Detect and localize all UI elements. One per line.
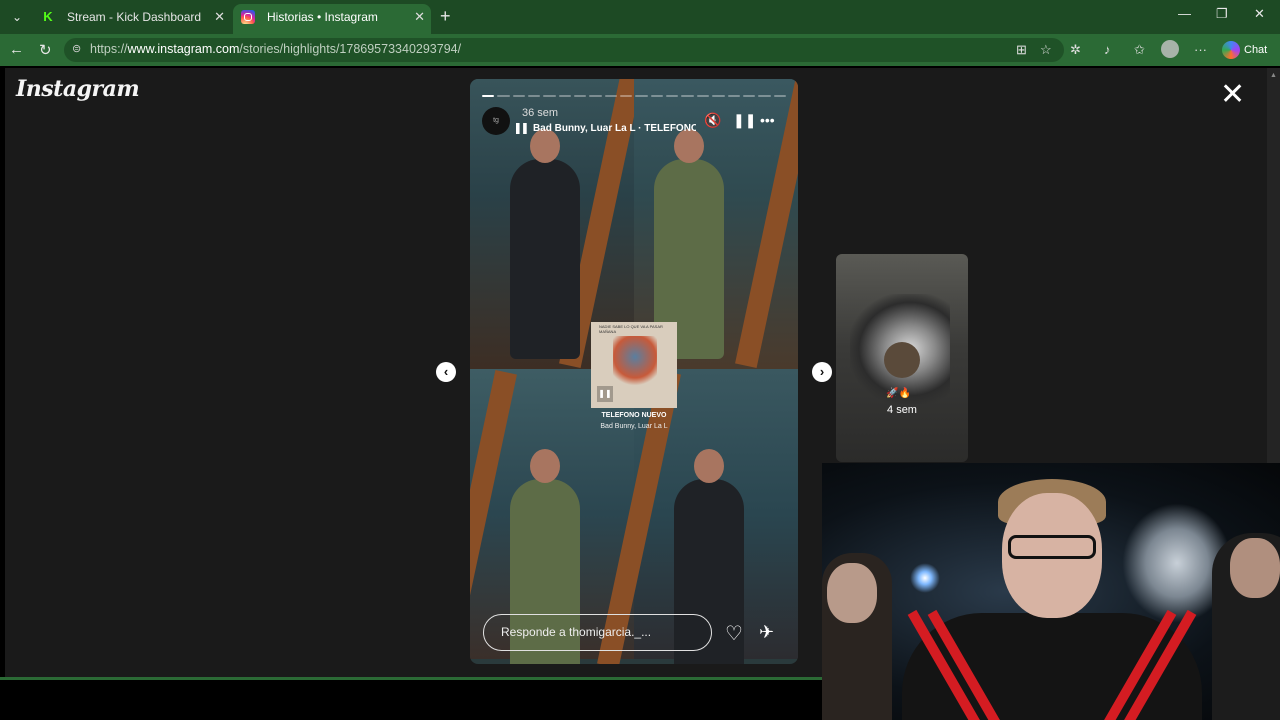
progress-segment: [543, 95, 556, 97]
window-close-icon[interactable]: ✕: [1254, 6, 1265, 22]
scroll-up-icon[interactable]: ▲: [1270, 72, 1277, 79]
tab-list-chevron-icon[interactable]: ⌄: [6, 7, 28, 27]
progress-segment: [696, 95, 710, 97]
new-tab-button[interactable]: +: [440, 6, 451, 27]
progress-segment: [666, 95, 679, 97]
story-author-avatar[interactable]: tg: [482, 107, 510, 135]
app-available-icon[interactable]: ⊞: [1016, 42, 1027, 58]
more-options-icon[interactable]: •••: [760, 112, 775, 128]
minimize-icon[interactable]: —: [1178, 6, 1191, 21]
story-viewer[interactable]: tg 36 sem ▌▌ Bad Bunny, Luar La L · TELE…: [470, 79, 798, 664]
send-icon[interactable]: ✈: [759, 622, 774, 643]
progress-segment: [497, 95, 510, 97]
more-menu-icon[interactable]: ···: [1194, 42, 1207, 57]
progress-segment: [604, 95, 618, 97]
chat-label: Chat: [1244, 44, 1268, 56]
preview-time: 4 sem: [887, 404, 917, 416]
close-tab-icon[interactable]: ✕: [414, 4, 425, 30]
progress-segment: [712, 95, 725, 97]
instagram-logo-icon: [241, 10, 255, 24]
favorite-star-icon[interactable]: ☆: [1040, 42, 1052, 58]
copilot-icon: [1222, 41, 1240, 59]
music-sticker[interactable]: NADIE SABE LO QUE VA A PASAR MAÑANA ❚❚: [591, 322, 677, 408]
progress-segment: [512, 95, 526, 97]
album-caption: NADIE SABE LO QUE VA A PASAR MAÑANA: [599, 324, 663, 334]
progress-segment: [773, 95, 786, 97]
browser-tabbar: ⌄ K Stream - Kick Dashboard ✕ Historias …: [0, 0, 1280, 34]
story-song[interactable]: ▌▌ Bad Bunny, Luar La L · TELEFONO NU: [516, 123, 696, 134]
progress-segment: [589, 95, 602, 97]
site-info-icon[interactable]: ⊜: [72, 42, 81, 55]
progress-segment: [528, 95, 541, 97]
progress-segment: [650, 95, 664, 97]
browser-toolbar: ← ↻ ⊜ https://www.instagram.com/stories/…: [0, 34, 1280, 66]
restore-icon[interactable]: ❐: [1216, 6, 1228, 22]
story-progress: [482, 95, 786, 97]
webcam-overlay: [822, 463, 1280, 720]
progress-segment: [620, 95, 633, 97]
album-art: [613, 336, 657, 388]
copilot-chat-button[interactable]: Chat: [1218, 38, 1274, 62]
progress-segment: [681, 95, 694, 97]
tab-title: Stream - Kick Dashboard: [67, 10, 202, 24]
music-bars-icon: ▌▌: [516, 123, 533, 134]
like-heart-icon[interactable]: ♡: [725, 621, 743, 646]
progress-segment: [558, 95, 572, 97]
browser-essentials-icon[interactable]: ♪: [1104, 42, 1111, 57]
kick-logo-icon: K: [41, 10, 55, 24]
mute-icon[interactable]: 🔇: [704, 112, 721, 129]
pause-icon[interactable]: ❚❚: [733, 112, 756, 129]
sticker-pause-icon[interactable]: ❚❚: [597, 386, 613, 402]
progress-segment: [482, 95, 495, 97]
tab-kick-dashboard[interactable]: K Stream - Kick Dashboard ✕: [33, 4, 231, 34]
next-story-preview[interactable]: 🚀🔥 4 sem: [836, 254, 968, 462]
url-text[interactable]: https://www.instagram.com/stories/highli…: [90, 42, 461, 56]
preview-emoji: 🚀🔥: [886, 388, 911, 399]
progress-segment: [742, 95, 756, 97]
progress-segment: [758, 95, 771, 97]
progress-segment: [635, 95, 648, 97]
close-tab-icon[interactable]: ✕: [214, 4, 225, 30]
progress-segment: [574, 95, 587, 97]
profile-avatar[interactable]: [1161, 40, 1179, 58]
back-arrow-icon[interactable]: ←: [9, 41, 24, 58]
previous-story-arrow-icon[interactable]: ‹: [436, 362, 456, 382]
next-story-arrow-icon[interactable]: ›: [812, 362, 832, 382]
tab-instagram[interactable]: Historias • Instagram ✕: [233, 4, 431, 34]
close-story-icon[interactable]: ✕: [1220, 80, 1245, 110]
favorites-icon[interactable]: ✩: [1134, 42, 1145, 58]
preview-avatar: [884, 342, 920, 378]
window-bottom-border: [0, 677, 822, 680]
music-sticker-title: TELEFONO NUEVO: [601, 412, 667, 419]
tab-title: Historias • Instagram: [267, 10, 378, 24]
address-bar[interactable]: ⊜ https://www.instagram.com/stories/high…: [64, 38, 1064, 62]
reply-input[interactable]: Responde a thomigarcia._...: [483, 614, 712, 651]
instagram-logo[interactable]: Instagram: [16, 76, 140, 102]
progress-segment: [727, 95, 740, 97]
music-sticker-artist: Bad Bunny, Luar La L: [600, 423, 668, 430]
extensions-icon[interactable]: ✲: [1070, 42, 1081, 58]
reload-icon[interactable]: ↻: [39, 41, 52, 59]
story-time: 36 sem: [522, 107, 559, 119]
